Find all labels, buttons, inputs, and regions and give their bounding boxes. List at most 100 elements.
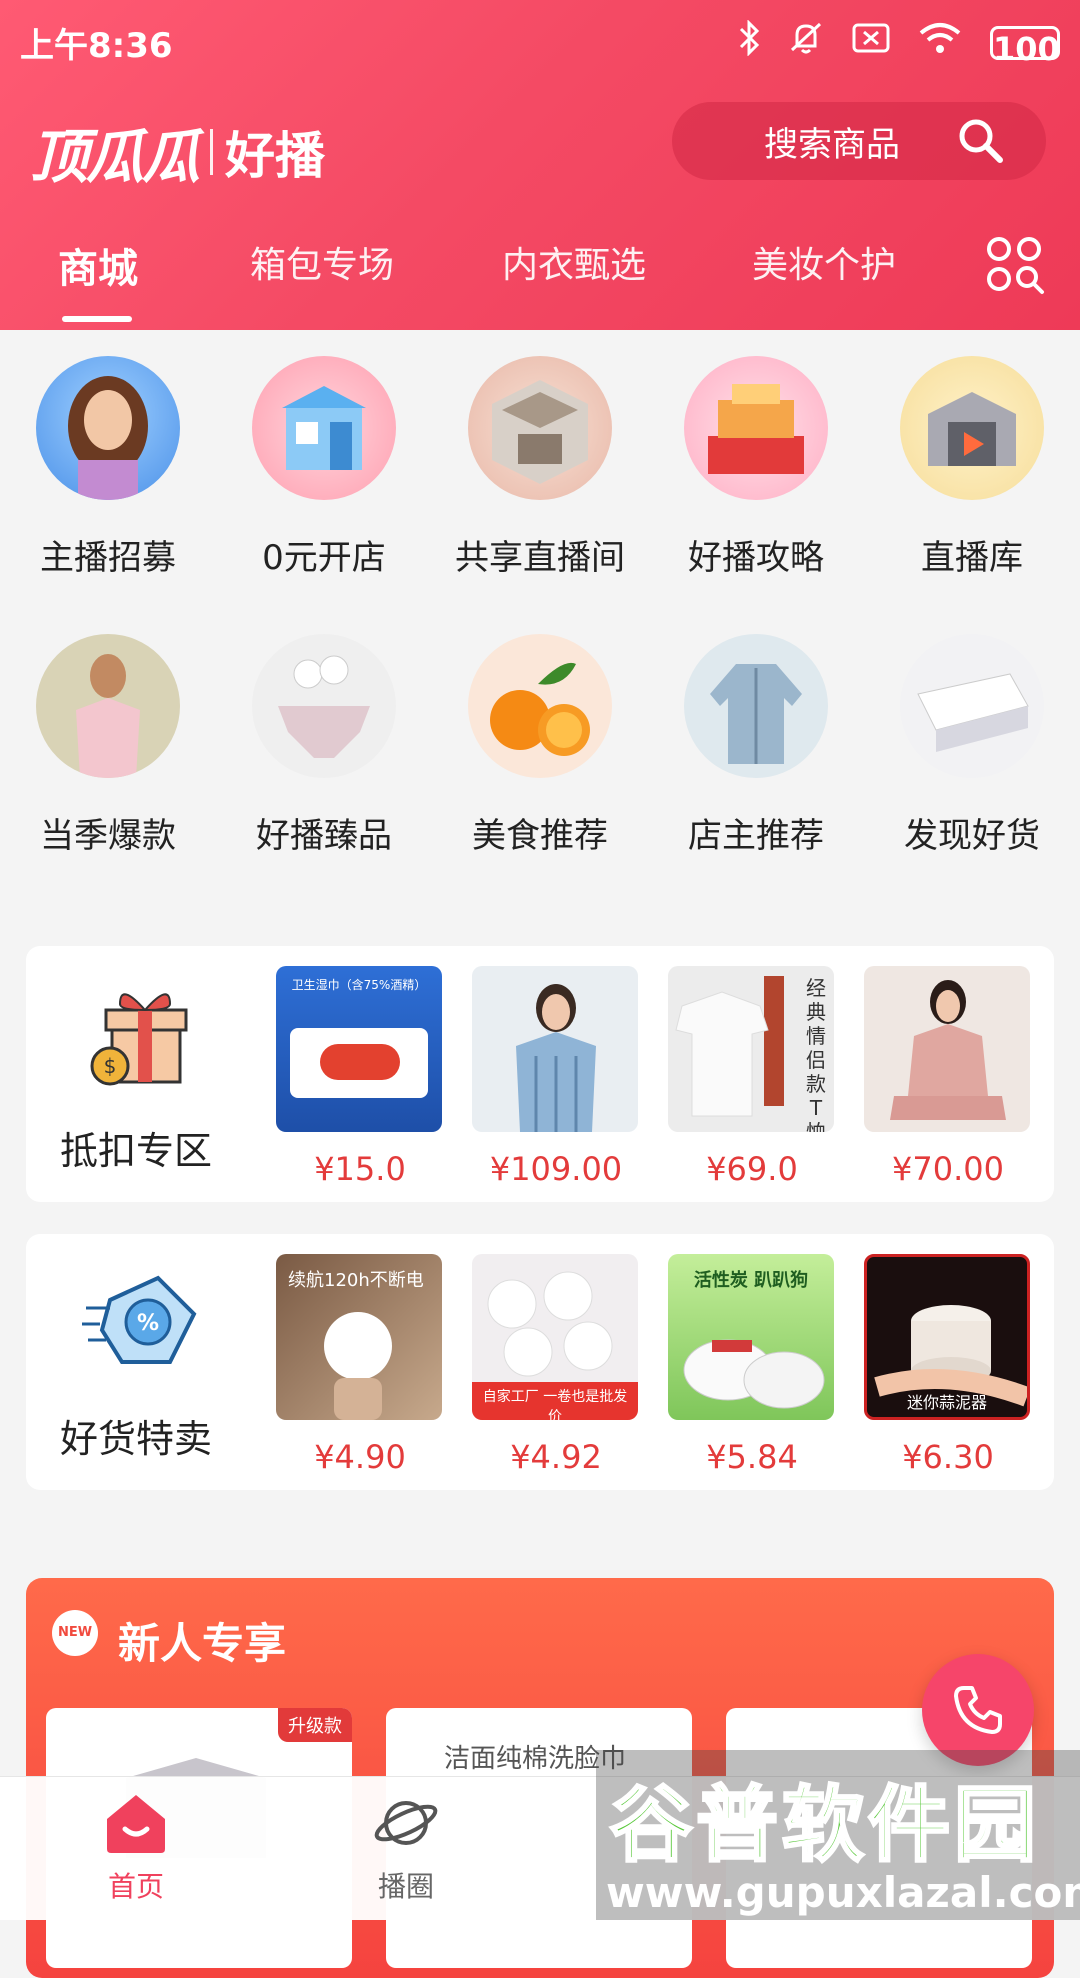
orange-icon: [468, 634, 612, 778]
product-card[interactable]: 迷你蒜泥器 ¥6.30: [864, 1254, 1032, 1476]
brand-divider: [210, 129, 214, 175]
host-recruit-icon: [36, 356, 180, 500]
wipes-label: [320, 1044, 400, 1080]
special-sale-card[interactable]: % 好货特卖 续航120h不断电 ¥4.90 自家工厂 一卷也是批发价 ¥4.9…: [26, 1234, 1054, 1490]
status-bar: 上午8:36 100: [0, 0, 1080, 84]
status-icons: 100: [738, 19, 1060, 68]
product-card[interactable]: ¥109.00: [472, 966, 640, 1188]
product-card[interactable]: 自家工厂 一卷也是批发价 ¥4.92: [472, 1254, 640, 1476]
live-room-icon: [468, 356, 612, 500]
sim-icon: [852, 22, 890, 63]
category-label: 店主推荐: [688, 816, 824, 856]
nav-label: 播圈: [377, 1870, 434, 1903]
product-caption: 卫生湿巾（含75%酒精）: [291, 978, 427, 992]
category-open-store[interactable]: 0元开店: [216, 356, 432, 579]
tissue-icon: [900, 634, 1044, 778]
planet-icon: [374, 1801, 438, 1845]
category-food[interactable]: 美食推荐: [432, 634, 648, 857]
category-label: 美食推荐: [472, 816, 608, 856]
tab-underwear[interactable]: 内衣甄选: [502, 236, 646, 288]
product-price: ¥69.0: [706, 1150, 798, 1188]
nav-label: 首页: [107, 1870, 164, 1903]
store-icon: [252, 356, 396, 500]
category-season-hot[interactable]: 当季爆款: [0, 634, 216, 857]
header: 上午8:36 100 顶瓜瓜 好播 搜索商品 商城 箱包专场 内衣甄选 美妆个护: [0, 0, 1080, 330]
tab-mall[interactable]: 商城: [58, 236, 138, 294]
product-image-pajamas: [864, 966, 1030, 1132]
more-categories-icon[interactable]: [986, 236, 1046, 300]
category-label: 直播库: [921, 538, 1023, 578]
nav-circle[interactable]: 播圈: [336, 1791, 476, 1905]
bluetooth-icon: [738, 19, 760, 65]
deduction-zone-card[interactable]: $ 抵扣专区 卫生湿巾（含75%酒精） ¥15.0 ¥109.00 经典情侣款T…: [26, 946, 1054, 1202]
category-discover[interactable]: 发现好货: [864, 634, 1080, 857]
watermark-title: 谷普软件园: [608, 1777, 1041, 1875]
search-placeholder: 搜索商品: [764, 124, 900, 165]
product-image-lamp: 续航120h不断电: [276, 1254, 442, 1420]
nav-home[interactable]: 首页: [66, 1791, 206, 1905]
wifi-icon: [918, 21, 962, 64]
svg-text:%: %: [137, 1311, 159, 1336]
search-bar[interactable]: 搜索商品: [672, 102, 1046, 180]
product-image-wipes: 卫生湿巾（含75%酒精）: [276, 966, 442, 1132]
category-label: 好播攻略: [688, 538, 824, 578]
product-card[interactable]: 活性炭 趴趴狗 ¥5.84: [668, 1254, 836, 1476]
guide-icon: [684, 356, 828, 500]
category-label: 共享直播间: [455, 538, 625, 578]
mute-bell-icon: [788, 20, 824, 65]
category-label: 当季爆款: [40, 816, 176, 856]
tab-bags[interactable]: 箱包专场: [250, 236, 394, 288]
product-card[interactable]: 经典情侣款T恤 ¥69.0: [668, 966, 836, 1188]
category-label: 好播臻品: [256, 816, 392, 856]
brand-logo: 顶瓜瓜: [30, 123, 200, 191]
category-live-library[interactable]: 直播库: [864, 356, 1080, 579]
product-price: ¥4.90: [314, 1438, 406, 1476]
jacket-icon: [684, 634, 828, 778]
product-caption: 经典情侣款T恤: [806, 976, 826, 1132]
category-tabs: 商城 箱包专场 内衣甄选 美妆个护: [0, 236, 1080, 322]
watermark: 谷普软件园 www.gupuxlazal.com: [596, 1750, 1080, 1920]
upgrade-tag: 升级款: [278, 1708, 352, 1742]
svg-text:$: $: [104, 1054, 117, 1078]
product-price: ¥109.00: [489, 1150, 623, 1188]
underwear-icon: [252, 634, 396, 778]
new-badge-icon: NEW: [52, 1610, 98, 1656]
search-icon[interactable]: [956, 116, 1006, 166]
brand: 顶瓜瓜 好播: [30, 110, 325, 194]
category-owner-pick[interactable]: 店主推荐: [648, 634, 864, 857]
status-time: 上午8:36: [20, 26, 173, 66]
product-price: ¥5.84: [706, 1438, 798, 1476]
battery-indicator: 100: [990, 25, 1060, 68]
category-host-recruit[interactable]: 主播招募: [0, 356, 216, 579]
tab-indicator: [62, 316, 132, 322]
category-guide[interactable]: 好播攻略: [648, 356, 864, 579]
brand-name: 好播: [225, 127, 326, 185]
product-price: ¥4.92: [510, 1438, 602, 1476]
category-premium[interactable]: 好播臻品: [216, 634, 432, 857]
category-row: 当季爆款 好播臻品 美食推荐 店主推荐 发现好货: [0, 634, 1080, 894]
product-caption: 迷你蒜泥器: [906, 1393, 987, 1412]
tab-beauty[interactable]: 美妆个护: [752, 236, 896, 288]
watermark-url: www.gupuxlazal.com: [606, 1868, 1080, 1917]
tshirt-model-icon: [36, 634, 180, 778]
gift-icon: $: [90, 976, 194, 1092]
new-user-title: 新人专享: [118, 1619, 287, 1668]
product-price: ¥6.30: [902, 1438, 994, 1476]
category-row: 主播招募 0元开店 共享直播间 好播攻略 直播库: [0, 356, 1080, 616]
product-image-garlic-press: 迷你蒜泥器: [864, 1254, 1030, 1420]
product-card[interactable]: 卫生湿巾（含75%酒精） ¥15.0: [276, 966, 444, 1188]
product-image-charcoal-dog: 活性炭 趴趴狗: [668, 1254, 834, 1420]
discount-tag-icon: %: [80, 1264, 204, 1380]
product-card[interactable]: ¥70.00: [864, 966, 1032, 1188]
deduction-zone-title: 抵扣专区: [59, 1129, 212, 1173]
phone-icon: [954, 1686, 1002, 1734]
category-label: 主播招募: [40, 538, 176, 578]
product-caption: 自家工厂 一卷也是批发价: [482, 1389, 628, 1420]
product-card[interactable]: 续航120h不断电 ¥4.90: [276, 1254, 444, 1476]
category-shared-live[interactable]: 共享直播间: [432, 356, 648, 579]
warehouse-icon: [900, 356, 1044, 500]
category-label: 0元开店: [262, 538, 386, 578]
product-image-tshirt: 经典情侣款T恤: [668, 966, 834, 1132]
category-label: 发现好货: [904, 816, 1040, 856]
home-icon: [107, 1795, 165, 1853]
